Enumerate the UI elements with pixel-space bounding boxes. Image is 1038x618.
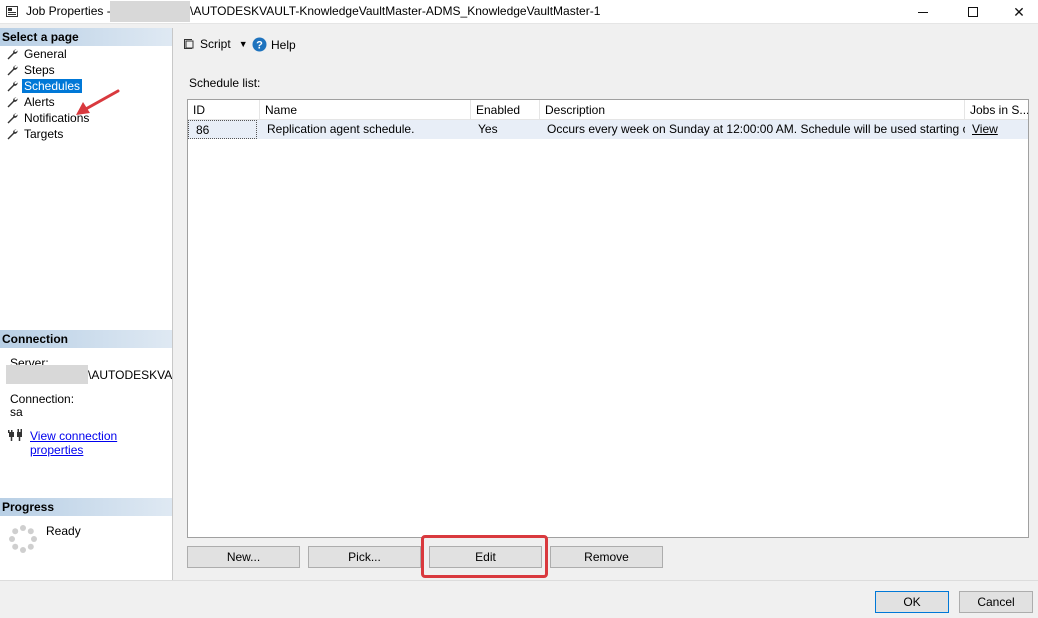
wrench-icon bbox=[6, 128, 18, 140]
red-arrow-annotation bbox=[76, 89, 120, 115]
wrench-icon bbox=[6, 48, 18, 60]
column-header-enabled[interactable]: Enabled bbox=[471, 100, 540, 120]
remove-button[interactable]: Remove bbox=[550, 546, 663, 568]
script-label: Script bbox=[200, 37, 231, 51]
title-bar: Job Properties - \AUTODESKVAULT-Knowledg… bbox=[0, 0, 1038, 24]
wrench-icon bbox=[6, 112, 18, 124]
progress-header: Progress bbox=[0, 498, 172, 516]
left-panel: Select a page General Steps Schedules Al… bbox=[0, 28, 173, 580]
view-connection-properties-link[interactable]: View connection properties bbox=[30, 429, 172, 457]
maximize-icon bbox=[968, 7, 978, 17]
connection-header: Connection bbox=[0, 330, 172, 348]
dropdown-arrow-icon[interactable]: ▼ bbox=[239, 39, 248, 49]
close-icon: ✕ bbox=[1013, 4, 1025, 20]
svg-text:?: ? bbox=[256, 40, 263, 52]
sidebar-item-label: Alerts bbox=[24, 94, 55, 109]
new-button[interactable]: New... bbox=[187, 546, 300, 568]
redacted-server-name bbox=[110, 1, 190, 22]
edit-button[interactable]: Edit bbox=[429, 546, 542, 568]
sidebar-item-label: Targets bbox=[24, 126, 64, 141]
script-button[interactable]: Script ▼ bbox=[181, 37, 248, 51]
connection-value: sa bbox=[10, 405, 23, 419]
sidebar-item-alerts[interactable]: Alerts bbox=[6, 94, 57, 109]
toolbar: Script ▼ ? Help bbox=[174, 28, 1038, 60]
select-page-header: Select a page bbox=[0, 28, 172, 46]
progress-status: Ready bbox=[46, 524, 81, 538]
view-jobs-link[interactable]: View bbox=[965, 120, 1028, 139]
column-header-jobs[interactable]: Jobs in S... bbox=[965, 100, 1028, 120]
wrench-icon bbox=[6, 80, 18, 92]
column-header-name[interactable]: Name bbox=[260, 100, 471, 120]
connection-label: Connection: bbox=[10, 392, 75, 406]
server-value: \AUTODESKVAULT bbox=[88, 368, 172, 382]
progress-spinner-icon bbox=[9, 525, 37, 553]
cell-enabled[interactable]: Yes bbox=[471, 120, 540, 139]
schedule-grid[interactable]: ID Name Enabled Description Jobs in S...… bbox=[187, 99, 1029, 538]
cell-description[interactable]: Occurs every week on Sunday at 12:00:00 … bbox=[540, 120, 965, 139]
sidebar-item-label: Steps bbox=[24, 62, 55, 77]
app-icon bbox=[6, 6, 18, 17]
maximize-button[interactable] bbox=[950, 0, 996, 24]
minimize-icon bbox=[918, 12, 928, 13]
sidebar-item-label: General bbox=[24, 46, 67, 61]
wrench-icon bbox=[6, 96, 18, 108]
grid-header: ID Name Enabled Description Jobs in S... bbox=[188, 100, 1028, 120]
wrench-icon bbox=[6, 64, 18, 76]
sidebar-item-general[interactable]: General bbox=[6, 46, 69, 61]
pick-button[interactable]: Pick... bbox=[308, 546, 421, 568]
sidebar-item-targets[interactable]: Targets bbox=[6, 126, 65, 141]
help-label: Help bbox=[271, 37, 296, 52]
sidebar-item-steps[interactable]: Steps bbox=[6, 62, 57, 77]
plug-icon bbox=[8, 429, 22, 441]
sidebar-item-schedules[interactable]: Schedules bbox=[6, 78, 83, 93]
help-icon: ? bbox=[252, 37, 267, 52]
dialog-footer: OK Cancel bbox=[0, 580, 1038, 618]
minimize-button[interactable] bbox=[900, 0, 946, 24]
window-title-suffix: \AUTODESKVAULT-KnowledgeVaultMaster-ADMS… bbox=[190, 4, 601, 18]
ok-button[interactable]: OK bbox=[875, 591, 949, 613]
cell-id[interactable]: 86 bbox=[188, 120, 257, 139]
schedule-list-label: Schedule list: bbox=[189, 76, 261, 90]
redacted-server-name bbox=[6, 365, 88, 384]
help-button[interactable]: ? Help bbox=[252, 37, 296, 52]
cell-name[interactable]: Replication agent schedule. bbox=[260, 120, 471, 139]
script-icon bbox=[184, 39, 194, 49]
window-title: Job Properties - bbox=[26, 4, 111, 18]
column-header-id[interactable]: ID bbox=[188, 100, 260, 120]
table-row[interactable]: 86 Replication agent schedule. Yes Occur… bbox=[188, 120, 1028, 139]
column-header-description[interactable]: Description bbox=[540, 100, 965, 120]
close-button[interactable]: ✕ bbox=[996, 0, 1038, 24]
cancel-button[interactable]: Cancel bbox=[959, 591, 1033, 613]
